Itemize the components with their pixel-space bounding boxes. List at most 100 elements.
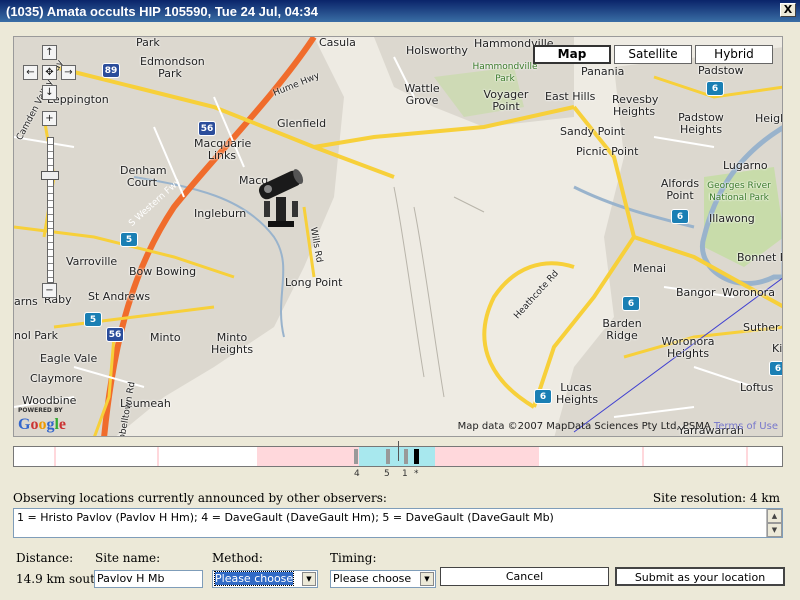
map-label: Lugarno — [723, 159, 768, 172]
map-label: Revesby Heights — [612, 93, 659, 118]
timeline-marker — [404, 449, 408, 464]
map-label: Holsworthy — [406, 44, 468, 57]
map-label: nol Park — [14, 329, 59, 342]
zoom-slider-thumb[interactable] — [41, 171, 59, 180]
site-name-label: Site name: — [95, 551, 161, 565]
distance-label: Distance: — [16, 551, 74, 565]
method-label: Method: — [212, 551, 263, 565]
timing-label: Timing: — [330, 551, 377, 565]
map-label: Varroville — [66, 255, 118, 268]
map-label: Woodbine — [22, 394, 77, 407]
scroll-up-icon[interactable]: ▲ — [767, 509, 782, 523]
map-label: Woronora — [722, 286, 775, 299]
site-name-input[interactable]: Pavlov H Mb — [94, 570, 203, 588]
map-label: Kirr — [772, 342, 783, 355]
scroll-down-icon[interactable]: ▼ — [767, 523, 782, 537]
timeline-label: * — [414, 469, 419, 479]
map-label: Long Point — [285, 276, 343, 289]
google-logo[interactable]: Google — [18, 417, 66, 433]
timing-select[interactable]: Please choose ▼ — [330, 570, 436, 588]
observers-heading: Observing locations currently announced … — [13, 491, 387, 505]
distance-value: 14.9 km south — [16, 572, 103, 586]
zoom-in-icon[interactable]: + — [42, 111, 57, 126]
timeline-label: 4 — [354, 469, 360, 479]
timeline-band-pink — [435, 447, 539, 466]
map-label: Claymore — [30, 372, 83, 385]
close-button[interactable]: X — [780, 3, 796, 17]
timeline-current-marker — [414, 449, 419, 464]
map-view[interactable]: Park Casula Holsworthy Hammondville Hamm… — [13, 36, 783, 437]
window-title: (1035) Amata occults HIP 105590, Tue 24 … — [6, 4, 318, 19]
zoom-slider[interactable] — [47, 137, 54, 283]
timeline-label: 5 — [384, 469, 390, 479]
map-type-map-button[interactable]: Map — [533, 45, 611, 64]
map-label: Bangor — [676, 286, 716, 299]
map-label: Voyager Point — [483, 88, 529, 113]
map-label: Edmondson Park — [140, 55, 205, 80]
map-label: Georges River National Park — [707, 181, 771, 203]
map-label: Hammondville Park — [472, 62, 538, 84]
powered-by-label: POWERED BY — [18, 407, 63, 414]
map-label: Barden Ridge — [602, 317, 642, 342]
route-shield: 6 — [706, 81, 724, 96]
map-label: arns — [14, 295, 38, 308]
route-shield: 5 — [84, 312, 102, 327]
map-type-hybrid-button[interactable]: Hybrid — [695, 45, 773, 64]
map-label: Park — [136, 36, 160, 49]
route-shield: 6 — [671, 209, 689, 224]
route-shield: 5 — [120, 232, 138, 247]
route-shield: 56 — [106, 327, 124, 342]
terrain-line — [393, 186, 485, 398]
timeline-marker — [354, 449, 358, 464]
chevron-down-icon[interactable]: ▼ — [420, 572, 434, 586]
timeline-band-faint — [54, 447, 56, 466]
site-resolution: Site resolution: 4 km — [652, 491, 780, 505]
zoom-out-icon[interactable]: − — [42, 283, 57, 298]
map-label: St Andrews — [88, 290, 151, 303]
map-label: Illawong — [709, 212, 755, 225]
map-label: East Hills — [545, 90, 596, 103]
map-label: Panania — [581, 65, 625, 78]
pan-up-icon[interactable]: ↑ — [42, 45, 57, 60]
timeline-center-marker — [398, 441, 399, 461]
pan-right-icon[interactable]: → — [61, 65, 76, 80]
timing-select-value: Please choose — [333, 572, 412, 585]
map-copyright: Map data ©2007 MapData Sciences Pty Ltd,… — [458, 421, 778, 432]
submit-location-button[interactable]: Submit as your location — [615, 567, 785, 586]
method-select-value: Please choose — [213, 571, 295, 586]
terms-of-use-link[interactable]: Terms of Use — [714, 421, 778, 432]
observers-list[interactable]: 1 = Hristo Pavlov (Pavlov H Hm); 4 = Dav… — [13, 508, 783, 538]
timeline-band-faint — [642, 447, 644, 466]
map-label: Denham Court — [120, 164, 167, 189]
pan-left-icon[interactable]: ← — [23, 65, 38, 80]
map-label: Eagle Vale — [40, 352, 98, 365]
map-label: Picnic Point — [576, 145, 639, 158]
map-label: Lucas Heights — [556, 381, 599, 406]
route-shield: 56 — [198, 121, 216, 136]
timeline-marker — [386, 449, 390, 464]
timeline-band-faint — [157, 447, 159, 466]
timeline-label: 1 — [402, 469, 408, 479]
cancel-button[interactable]: Cancel — [440, 567, 609, 586]
map-label: Bow Bowing — [129, 265, 197, 278]
observers-scrollbar[interactable]: ▲ ▼ — [766, 509, 782, 537]
pan-down-icon[interactable]: ↓ — [42, 85, 57, 100]
telescope-marker-icon[interactable] — [254, 167, 304, 229]
route-shield: 6 — [622, 296, 640, 311]
chevron-down-icon[interactable]: ▼ — [302, 572, 316, 586]
map-type-satellite-button[interactable]: Satellite — [614, 45, 692, 64]
map-label: Padstow — [698, 64, 744, 77]
occultation-timeline[interactable] — [13, 441, 783, 467]
map-label: Bonnet Ba — [737, 251, 782, 264]
map-label: Suther — [743, 321, 780, 334]
map-label: Heigh — [755, 112, 782, 125]
map-label: Woronora Heights — [661, 335, 715, 360]
map-label: Casula — [319, 36, 356, 49]
method-select[interactable]: Please choose ▼ — [212, 570, 318, 588]
map-label: Alfords Point — [660, 177, 700, 202]
map-label: Minto — [150, 331, 181, 344]
timeline-band-faint — [746, 447, 748, 466]
route-shield: 6 — [534, 389, 552, 404]
pan-center-icon[interactable]: ✥ — [42, 65, 57, 80]
timeline-band-cyan — [359, 447, 435, 466]
